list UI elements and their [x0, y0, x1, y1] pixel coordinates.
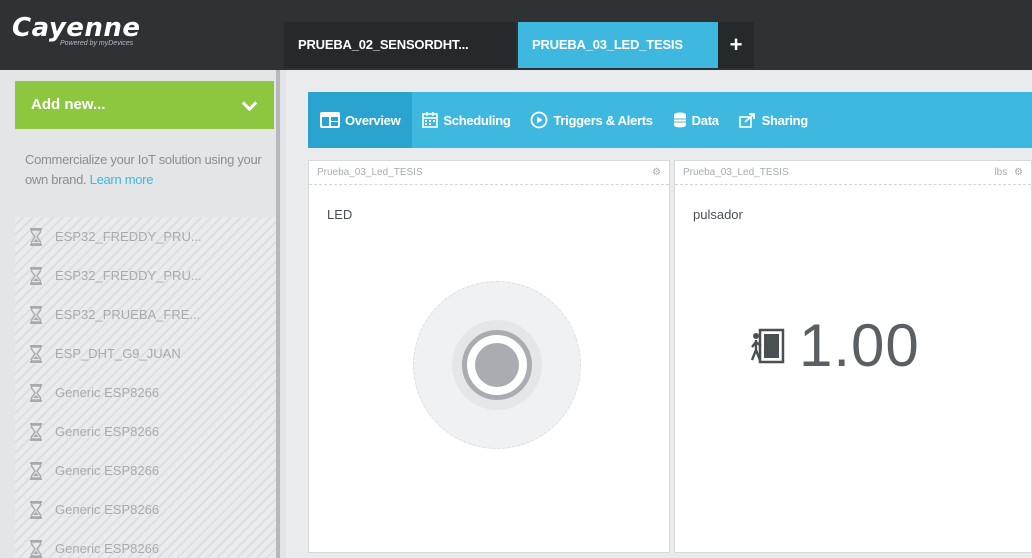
hourglass-icon — [30, 500, 42, 519]
hourglass-icon — [30, 461, 42, 480]
led-toggle-area — [413, 281, 581, 449]
add-new-button[interactable]: Add new... — [15, 81, 274, 129]
widget-device-name: Prueba_03_Led_TESIS — [317, 167, 423, 178]
add-new-label: Add new... — [31, 96, 106, 113]
play-circle-icon — [531, 111, 548, 129]
sidebar-device-item[interactable]: ESP32_FREDDY_PRU... — [15, 217, 277, 256]
tab-prueba-03[interactable]: PRUEBA_03_LED_TESIS — [518, 22, 718, 68]
device-list: ESP32_FREDDY_PRU... ESP32_FREDDY_PRU... ES… — [15, 217, 277, 558]
sidebar-device-item[interactable]: Generic ESP8266 — [15, 451, 277, 490]
hourglass-icon — [30, 539, 42, 558]
chevron-down-icon — [240, 96, 258, 114]
hourglass-icon — [30, 383, 42, 402]
sidebar: Add new... Commercialize your IoT soluti… — [0, 70, 286, 558]
door-exit-icon — [751, 328, 785, 363]
overview-icon — [320, 112, 340, 128]
sidebar-device-item[interactable]: Generic ESP8266 — [15, 490, 277, 529]
learn-more-link[interactable]: Learn more — [90, 172, 154, 187]
sidebar-device-item[interactable]: ESP_DHT_G9_JUAN — [15, 334, 277, 373]
device-label: ESP_DHT_G9_JUAN — [55, 346, 181, 361]
triggers-label: Triggers & Alerts — [553, 112, 653, 128]
hourglass-icon — [30, 422, 42, 441]
sidebar-device-item[interactable]: Generic ESP8266 — [15, 373, 277, 412]
widget-device-name: Prueba_03_Led_TESIS — [683, 167, 789, 178]
sub-navigation: Overview Scheduling Triggers & Alerts Da… — [308, 92, 1032, 148]
hourglass-icon — [30, 227, 42, 246]
led-indicator — [475, 343, 519, 387]
device-label: Generic ESP8266 — [55, 463, 160, 478]
promo-text: Commercialize your IoT solution using yo… — [15, 150, 277, 190]
sidebar-device-item[interactable]: ESP32_FREDDY_PRU... — [15, 256, 277, 295]
device-label: Generic ESP8266 — [55, 541, 160, 556]
hourglass-icon — [30, 344, 42, 363]
calendar-icon — [422, 112, 439, 128]
hourglass-icon — [30, 305, 42, 324]
logo-subtitle: Powered by myDevices — [60, 40, 134, 47]
device-label: ESP32_PRUEBA_FRE... — [55, 307, 201, 322]
sidebar-scrollbar[interactable] — [276, 70, 280, 558]
widget-header-controls: lbs ⚙ — [994, 167, 1023, 184]
overview-label: Overview — [345, 112, 401, 128]
sidebar-device-item[interactable]: Generic ESP8266 — [15, 412, 277, 451]
tab-triggers-alerts[interactable]: Triggers & Alerts — [520, 92, 662, 148]
device-label: ESP32_FREDDY_PRU... — [55, 229, 202, 244]
widget-led: Prueba_03_Led_TESIS ⚙ LED — [308, 160, 670, 553]
share-icon — [738, 113, 755, 128]
widget-header: Prueba_03_Led_TESIS ⚙ — [309, 161, 669, 185]
main-area: Overview Scheduling Triggers & Alerts Da… — [290, 70, 1032, 558]
settings-gear-icon[interactable]: ⚙ — [652, 167, 661, 184]
add-tab-button[interactable]: + — [718, 22, 754, 68]
value-display: 1.00 — [751, 311, 920, 380]
device-label: Generic ESP8266 — [55, 424, 160, 439]
widget-header: Prueba_03_Led_TESIS lbs ⚙ — [675, 161, 1031, 185]
tab-scheduling[interactable]: Scheduling — [412, 92, 520, 148]
device-label: Generic ESP8266 — [55, 385, 160, 400]
top-bar: Cayenne Powered by myDevices PRUEBA_02_S… — [0, 0, 1032, 70]
scheduling-label: Scheduling — [443, 112, 511, 128]
settings-gear-icon[interactable]: ⚙ — [1014, 167, 1023, 178]
led-toggle-button[interactable] — [462, 330, 532, 400]
sensor-value: 1.00 — [799, 312, 920, 379]
hourglass-icon — [30, 266, 42, 285]
tab-sharing[interactable]: Sharing — [729, 92, 818, 148]
tab-prueba-02[interactable]: PRUEBA_02_SENSORDHT... — [284, 22, 516, 68]
widget-title: LED — [327, 207, 353, 222]
data-label: Data — [691, 112, 719, 128]
logo-text: Cayenne — [12, 13, 141, 43]
cayenne-logo[interactable]: Cayenne Powered by myDevices — [12, 14, 141, 47]
database-icon — [673, 112, 686, 128]
led-ring — [452, 320, 542, 410]
tab-data[interactable]: Data — [663, 92, 729, 148]
sidebar-device-item[interactable]: Generic ESP8266 — [15, 529, 277, 558]
unit-badge: lbs — [994, 167, 1008, 178]
sidebar-device-item[interactable]: ESP32_PRUEBA_FRE... — [15, 295, 277, 334]
device-label: ESP32_FREDDY_PRU... — [55, 268, 202, 283]
sharing-label: Sharing — [761, 112, 809, 128]
tab-overview[interactable]: Overview — [308, 92, 413, 148]
widget-title: pulsador — [693, 207, 743, 222]
widget-pulsador: Prueba_03_Led_TESIS lbs ⚙ pulsador 1.00 — [674, 160, 1032, 553]
device-label: Generic ESP8266 — [55, 502, 160, 517]
